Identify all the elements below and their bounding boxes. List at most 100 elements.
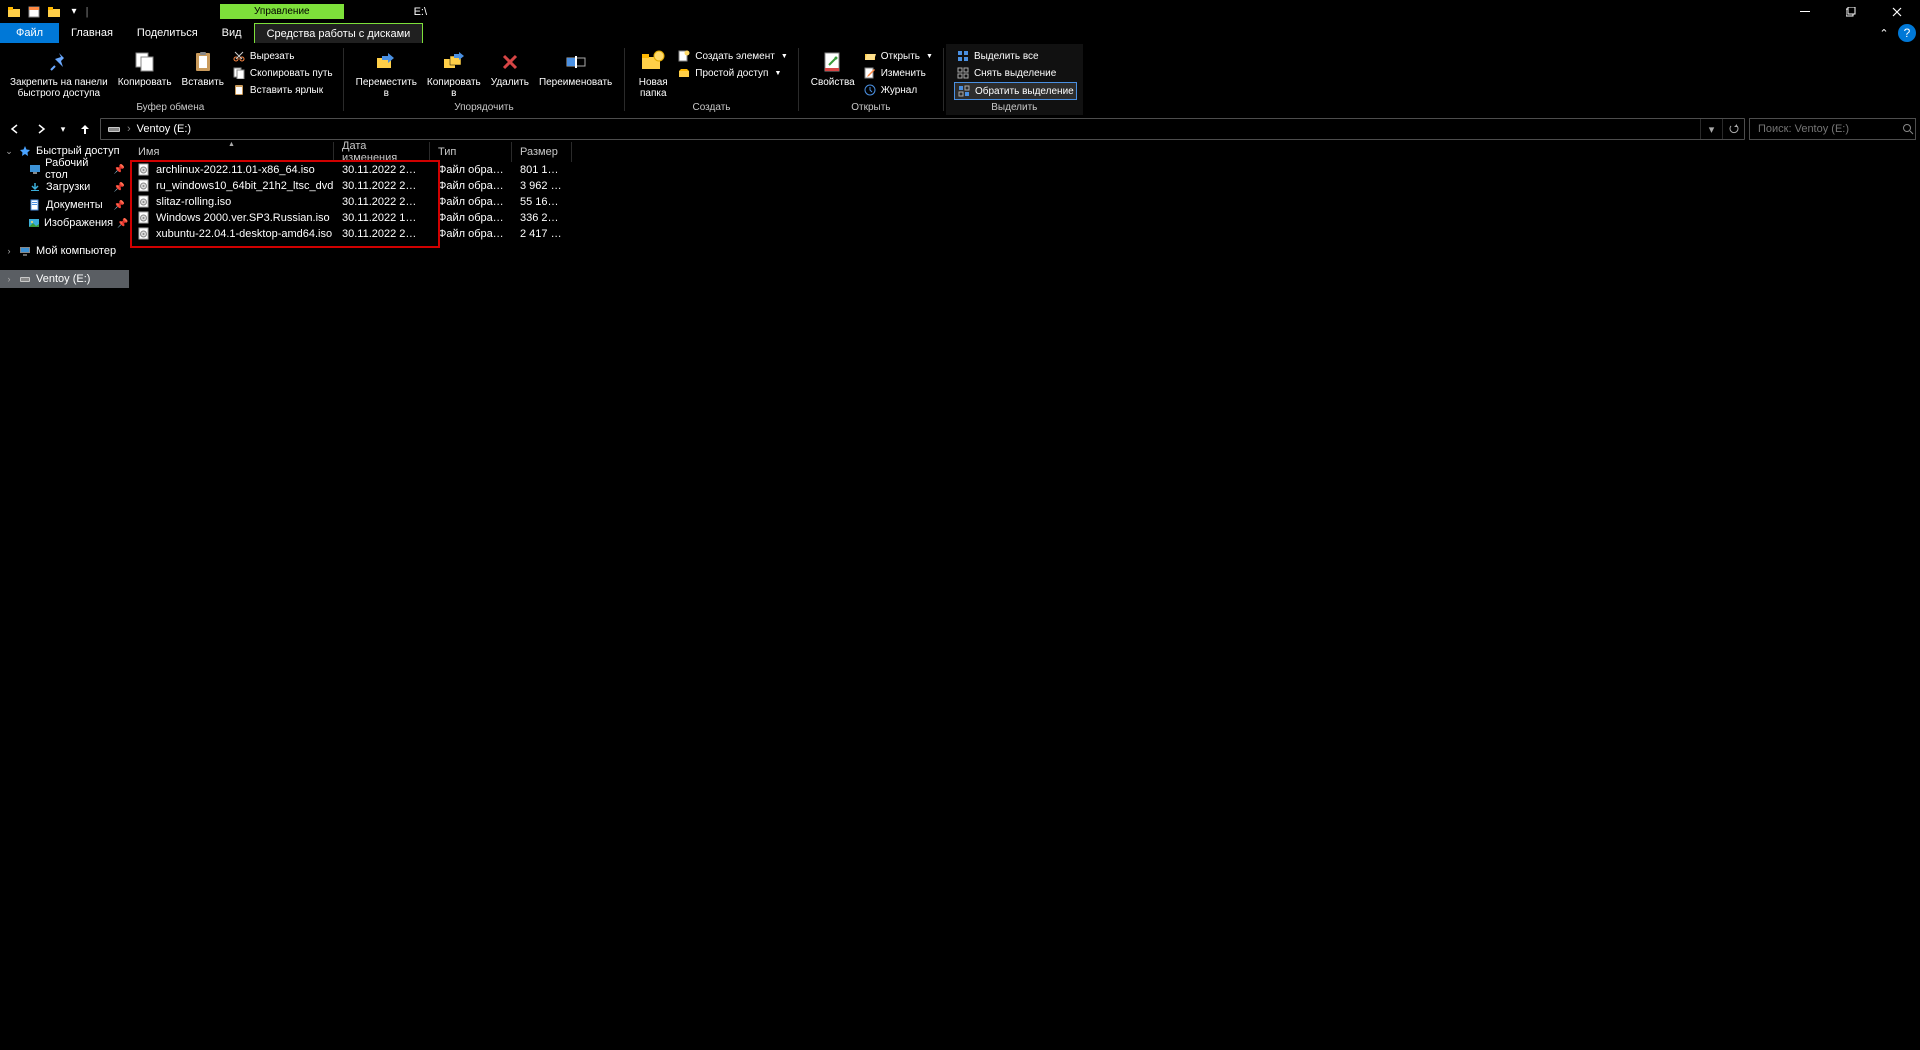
chevron-right-icon[interactable]: ›: [125, 123, 133, 135]
group-select-label: Выделить: [952, 101, 1077, 115]
new-item-button[interactable]: Создать элемент ▼: [675, 48, 790, 64]
paste-shortcut-button[interactable]: Вставить ярлык: [230, 82, 335, 98]
cut-button[interactable]: Вырезать: [230, 48, 335, 64]
file-type: Файл образа ди...: [430, 164, 512, 176]
copy-path-button[interactable]: Скопировать путь: [230, 65, 335, 81]
file-row[interactable]: slitaz-rolling.iso 30.11.2022 20:05 Файл…: [130, 194, 1920, 210]
minimize-button[interactable]: [1782, 0, 1828, 23]
address-dropdown[interactable]: ▾: [1700, 119, 1722, 139]
qat-btn-1[interactable]: [24, 2, 44, 22]
nav-pictures[interactable]: Изображения 📌: [0, 214, 129, 232]
select-none-button[interactable]: Снять выделение: [954, 65, 1077, 81]
recent-locations-button[interactable]: ▾: [56, 118, 70, 140]
file-row[interactable]: Windows 2000.ver.SP3.Russian.iso 30.11.2…: [130, 210, 1920, 226]
breadcrumb[interactable]: › Ventoy (E:): [101, 122, 197, 136]
expand-icon[interactable]: ›: [4, 246, 14, 256]
easy-access-button[interactable]: Простой доступ ▼: [675, 65, 790, 81]
file-row[interactable]: archlinux-2022.11.01-x86_64.iso 30.11.20…: [130, 162, 1920, 178]
col-name[interactable]: Имя: [130, 142, 334, 162]
tab-drive-tools[interactable]: Средства работы с дисками: [254, 23, 424, 43]
nav-ventoy-drive[interactable]: › Ventoy (E:): [0, 270, 129, 288]
delete-button[interactable]: Удалить: [487, 46, 533, 90]
paste-shortcut-icon: [232, 83, 246, 97]
col-size[interactable]: Размер: [512, 142, 572, 162]
pc-icon: [18, 244, 32, 258]
tab-view[interactable]: Вид: [210, 23, 254, 43]
rename-button[interactable]: Переименовать: [535, 46, 616, 90]
back-button[interactable]: [4, 118, 26, 140]
nav-desktop[interactable]: Рабочий стол 📌: [0, 160, 129, 178]
disc-icon: [138, 179, 152, 193]
file-name: xubuntu-22.04.1-desktop-amd64.iso: [156, 228, 332, 240]
refresh-button[interactable]: [1722, 119, 1744, 139]
forward-button[interactable]: [30, 118, 52, 140]
invert-selection-button[interactable]: Обратить выделение: [954, 82, 1077, 100]
file-size: 801 100 КБ: [512, 164, 572, 176]
file-name: ru_windows10_64bit_21h2_ltsc_dvd.iso: [156, 180, 334, 192]
close-button[interactable]: [1874, 0, 1920, 23]
nav-documents[interactable]: Документы 📌: [0, 196, 129, 214]
documents-icon: [28, 198, 42, 212]
scissors-icon: [232, 49, 246, 63]
expand-icon[interactable]: ›: [4, 274, 14, 284]
file-date: 30.11.2022 19:58: [334, 212, 430, 224]
up-button[interactable]: [74, 118, 96, 140]
qat-overflow[interactable]: ▾: [64, 2, 84, 22]
search-input[interactable]: [1756, 122, 1902, 136]
file-row[interactable]: xubuntu-22.04.1-desktop-amd64.iso 30.11.…: [130, 226, 1920, 242]
move-to-button[interactable]: Переместить в: [352, 46, 421, 101]
col-type[interactable]: Тип: [430, 142, 512, 162]
file-type: Файл образа ди...: [430, 180, 512, 192]
paste-button[interactable]: Вставить: [178, 46, 228, 90]
tab-file[interactable]: Файл: [0, 23, 59, 43]
new-folder-icon: [639, 48, 667, 76]
copy-to-button[interactable]: Копировать в: [423, 46, 485, 101]
content-pane: Имя Дата изменения Тип Размер archlinux-…: [130, 142, 1920, 1050]
select-none-icon: [956, 66, 970, 80]
history-button[interactable]: Журнал: [861, 82, 935, 98]
file-row[interactable]: ru_windows10_64bit_21h2_ltsc_dvd.iso 30.…: [130, 178, 1920, 194]
address-bar[interactable]: › Ventoy (E:) ▾: [100, 118, 1745, 140]
col-date[interactable]: Дата изменения: [334, 142, 430, 162]
copy-path-icon: [232, 66, 246, 80]
qat-btn-2[interactable]: [44, 2, 64, 22]
window-title: E:\: [414, 6, 427, 18]
tab-home[interactable]: Главная: [59, 23, 125, 43]
new-folder-button[interactable]: Новая папка: [633, 46, 673, 101]
expand-icon[interactable]: ⌄: [4, 146, 14, 157]
pin-to-quick-access-button[interactable]: Закрепить на панели быстрого доступа: [6, 46, 112, 101]
edit-button[interactable]: Изменить: [861, 65, 935, 81]
qat-divider: |: [84, 6, 90, 18]
open-button[interactable]: Открыть ▼: [861, 48, 935, 64]
help-button[interactable]: ?: [1898, 24, 1916, 42]
rename-icon: [562, 48, 590, 76]
copy-icon: [131, 48, 159, 76]
pin-label: Закрепить на панели быстрого доступа: [10, 77, 108, 99]
star-icon: [18, 144, 32, 158]
tab-share[interactable]: Поделиться: [125, 23, 210, 43]
new-folder-label: Новая папка: [639, 77, 668, 99]
copy-label: Копировать: [118, 77, 172, 88]
delete-icon: [496, 48, 524, 76]
file-date: 30.11.2022 20:04: [334, 164, 430, 176]
new-item-icon: [677, 49, 691, 63]
select-all-label: Выделить все: [974, 51, 1039, 62]
title-bar: ▾ | Управление E:\: [0, 0, 1920, 23]
ribbon-divider: [624, 48, 625, 111]
properties-button[interactable]: Свойства: [807, 46, 859, 90]
select-all-button[interactable]: Выделить все: [954, 48, 1077, 64]
folder-icon[interactable]: [4, 2, 24, 22]
maximize-button[interactable]: [1828, 0, 1874, 23]
open-icon: [863, 49, 877, 63]
search-box[interactable]: [1749, 118, 1916, 140]
address-bar-row: ▾ › Ventoy (E:) ▾: [0, 116, 1920, 142]
copy-button[interactable]: Копировать: [114, 46, 176, 90]
nav-separator: [0, 232, 129, 242]
paste-icon: [189, 48, 217, 76]
nav-downloads[interactable]: Загрузки 📌: [0, 178, 129, 196]
nav-this-pc[interactable]: › Мой компьютер: [0, 242, 129, 260]
pin-icon: 📌: [114, 182, 125, 193]
nav-documents-label: Документы: [46, 199, 103, 211]
ribbon-collapse[interactable]: ⌃: [1872, 27, 1896, 40]
file-date: 30.11.2022 20:21: [334, 228, 430, 240]
